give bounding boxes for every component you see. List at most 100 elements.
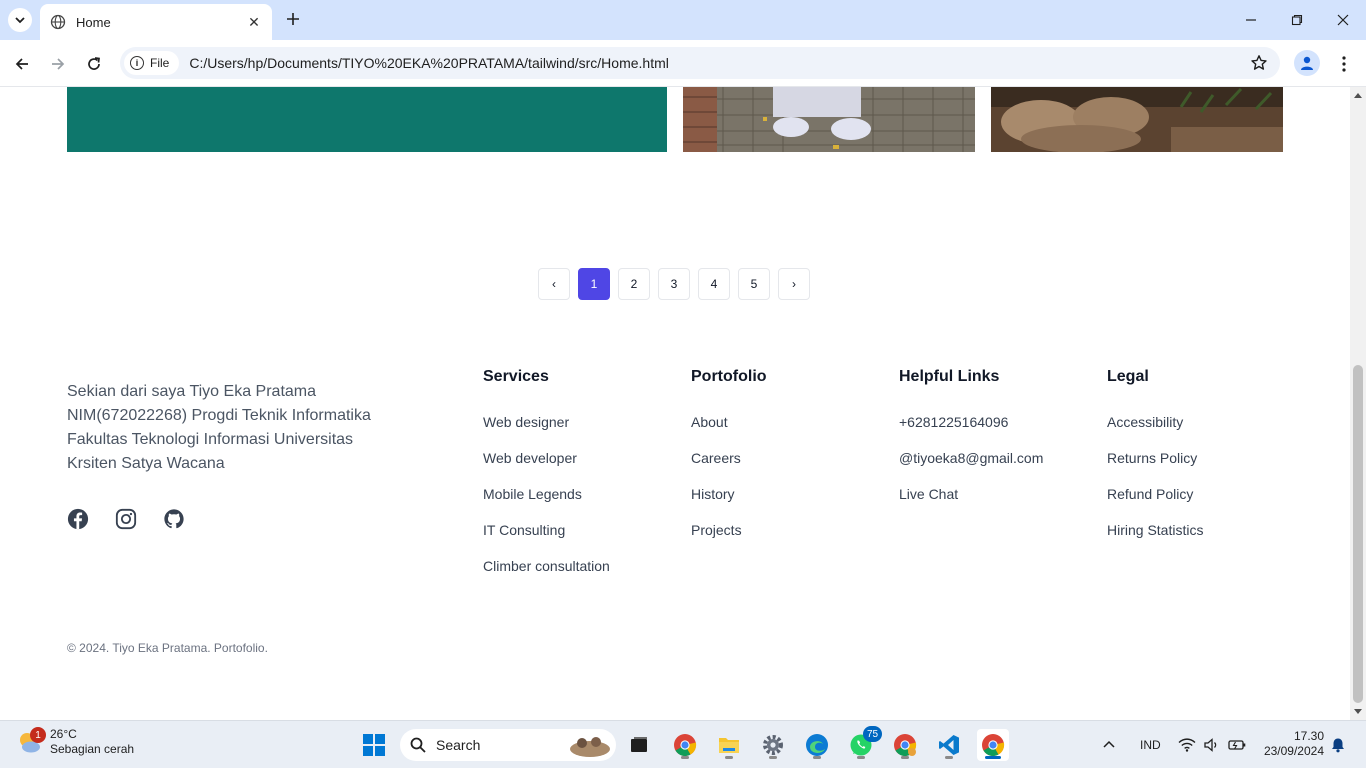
scroll-up-arrow-icon[interactable] <box>1354 93 1362 98</box>
taskbar-edge[interactable] <box>801 729 833 761</box>
scrollbar-thumb[interactable] <box>1353 365 1363 703</box>
taskbar-whatsapp[interactable]: 75 <box>845 726 882 761</box>
footer-link[interactable]: Careers <box>691 449 767 485</box>
taskbar-clock[interactable]: 17.30 23/09/2024 <box>1252 729 1324 759</box>
footer-link[interactable]: Projects <box>691 521 767 557</box>
chevron-down-icon <box>15 17 25 24</box>
taskbar-vscode[interactable] <box>933 729 965 761</box>
weather-description: Sebagian cerah <box>50 742 135 756</box>
browser-menu-button[interactable] <box>1330 50 1358 78</box>
edge-icon <box>806 734 828 756</box>
footer-link[interactable]: Refund Policy <box>1107 485 1203 521</box>
footer-column-legal: Legal Accessibility Returns Policy Refun… <box>1107 367 1203 557</box>
vscode-icon <box>939 735 959 755</box>
portfolio-card-green <box>67 87 667 152</box>
pagination-page-1[interactable]: 1 <box>578 268 610 300</box>
footer-link[interactable]: @tiyoeka8@gmail.com <box>899 449 1043 485</box>
close-icon <box>1337 14 1349 26</box>
chrome-icon <box>674 734 697 756</box>
page-scrollbar[interactable] <box>1350 87 1366 720</box>
footer-link[interactable]: +6281225164096 <box>899 413 1043 449</box>
browser-toolbar: i File C:/Users/hp/Documents/TIYO%20EKA%… <box>0 40 1366 87</box>
taskbar-chrome-active[interactable] <box>977 729 1009 761</box>
search-label: Search <box>436 737 481 753</box>
language-indicator[interactable]: IND <box>1140 721 1161 769</box>
portfolio-photo-shoes <box>683 87 975 152</box>
running-indicator <box>725 756 733 759</box>
battery-icon <box>1228 740 1246 750</box>
footer-link[interactable]: Hiring Statistics <box>1107 521 1203 557</box>
taskbar-settings[interactable] <box>757 729 789 761</box>
footer-link[interactable]: About <box>691 413 767 449</box>
show-hidden-icons-button[interactable] <box>1102 721 1116 769</box>
system-tray-status[interactable] <box>1178 721 1246 769</box>
url-text[interactable]: C:/Users/hp/Documents/TIYO%20EKA%20PRATA… <box>189 55 669 71</box>
chrome-icon <box>894 734 917 756</box>
footer-about-text: Sekian dari saya Tiyo Eka Pratama NIM(67… <box>67 383 371 472</box>
footer-link[interactable]: Returns Policy <box>1107 449 1203 485</box>
bookmark-star-icon[interactable] <box>1250 54 1268 72</box>
start-button[interactable] <box>358 729 390 761</box>
taskbar-chrome-1[interactable] <box>669 729 701 761</box>
close-window-button[interactable] <box>1320 0 1366 40</box>
footer-link[interactable]: Mobile Legends <box>483 485 610 521</box>
facebook-icon[interactable] <box>67 508 89 530</box>
folder-icon <box>719 738 739 753</box>
pagination-prev-button[interactable]: ‹ <box>538 268 570 300</box>
footer-link[interactable]: Accessibility <box>1107 413 1203 449</box>
taskbar-chrome-2[interactable] <box>889 729 921 761</box>
chrome-icon <box>982 734 1005 756</box>
info-icon: i <box>130 56 144 70</box>
running-indicator <box>945 756 953 759</box>
search-highlight-image <box>570 737 610 757</box>
reload-button[interactable] <box>80 50 108 78</box>
active-indicator <box>985 756 1001 759</box>
footer-link[interactable]: Climber consultation <box>483 557 610 593</box>
site-info-chip[interactable]: i File <box>124 51 180 75</box>
running-indicator <box>857 756 865 759</box>
footer-link[interactable]: History <box>691 485 767 521</box>
chevron-up-icon <box>1103 740 1115 748</box>
close-tab-icon[interactable]: ✕ <box>246 14 262 30</box>
footer-link[interactable]: Web designer <box>483 413 610 449</box>
forward-button[interactable] <box>44 50 72 78</box>
pagination: ‹ 1 2 3 4 5 › <box>538 268 810 300</box>
page-viewport: ‹ 1 2 3 4 5 › Sekian dari saya Tiyo Eka … <box>0 87 1350 720</box>
footer-link[interactable]: Live Chat <box>899 485 1043 521</box>
notifications-button[interactable] <box>1330 721 1346 769</box>
profile-avatar[interactable] <box>1294 50 1320 76</box>
restore-icon <box>1291 14 1303 26</box>
footer-column-title: Services <box>483 368 549 385</box>
taskbar-search-box[interactable]: Search <box>400 729 616 761</box>
footer-link[interactable]: IT Consulting <box>483 521 610 557</box>
plus-icon <box>287 13 299 25</box>
scroll-down-arrow-icon[interactable] <box>1354 709 1362 714</box>
address-bar[interactable]: i File C:/Users/hp/Documents/TIYO%20EKA%… <box>120 47 1280 79</box>
restore-button[interactable] <box>1274 0 1320 40</box>
search-icon <box>410 737 426 753</box>
pagination-page-2[interactable]: 2 <box>618 268 650 300</box>
site-info-label: File <box>150 56 170 70</box>
footer-link[interactable]: Web developer <box>483 449 610 485</box>
more-vertical-icon <box>1342 56 1346 72</box>
pagination-next-button[interactable]: › <box>778 268 810 300</box>
new-tab-button[interactable] <box>282 8 304 30</box>
photo-shoes-image <box>683 87 975 152</box>
minimize-button[interactable] <box>1228 0 1274 40</box>
running-indicator <box>769 756 777 759</box>
pagination-page-3[interactable]: 3 <box>658 268 690 300</box>
instagram-icon[interactable] <box>115 508 137 530</box>
taskbar-file-explorer[interactable] <box>713 729 745 761</box>
arrow-right-icon <box>52 58 65 70</box>
photo-rocks-image <box>991 87 1283 152</box>
weather-badge: 1 <box>30 727 46 743</box>
weather-widget[interactable]: 1 26°C Sebagian cerah <box>16 727 134 757</box>
github-icon[interactable] <box>163 508 185 530</box>
back-button[interactable] <box>8 50 36 78</box>
task-view-button[interactable] <box>623 729 655 761</box>
pagination-page-4[interactable]: 4 <box>698 268 730 300</box>
browser-tab-home[interactable]: Home ✕ <box>40 4 272 40</box>
pagination-page-5[interactable]: 5 <box>738 268 770 300</box>
tab-search-button[interactable] <box>8 8 32 32</box>
minimize-icon <box>1246 19 1256 21</box>
